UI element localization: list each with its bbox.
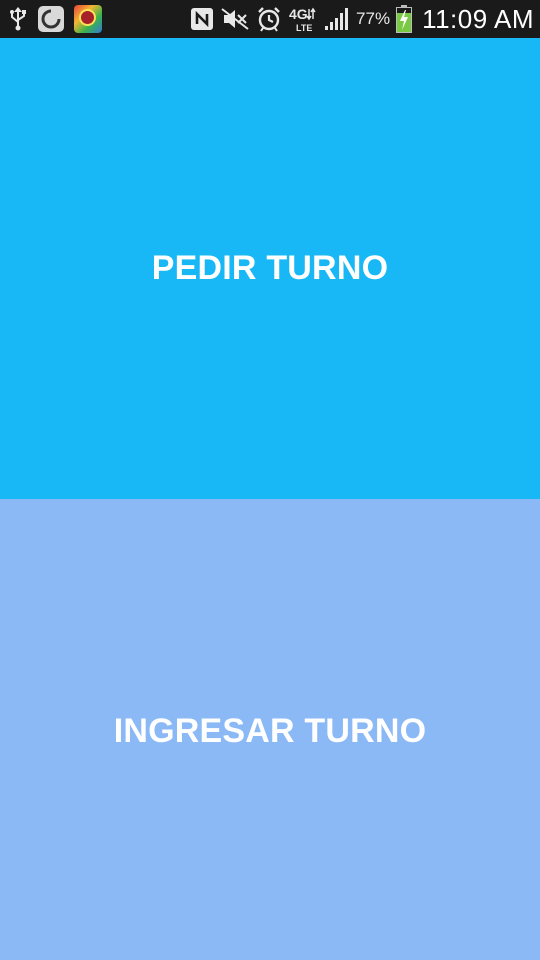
signal-icon [324, 7, 350, 31]
network-label: 4G [289, 6, 308, 22]
app-notification-icon [38, 6, 64, 32]
ingresar-turno-button[interactable]: INGRESAR TURNO [0, 499, 540, 960]
ingresar-turno-label: INGRESAR TURNO [113, 712, 427, 750]
clock: 11:09 AM [422, 3, 534, 34]
alarm-icon [256, 6, 282, 32]
status-bar-system: 4G LTE 77% 11:09 AM [190, 0, 534, 38]
pedir-turno-button[interactable]: PEDIR TURNO [0, 38, 540, 499]
status-bar-notifications [8, 0, 102, 38]
status-bar: 4G LTE 77% 11:09 AM [0, 0, 540, 38]
usb-icon [8, 6, 28, 32]
battery-charging-icon [396, 5, 413, 33]
mute-icon [220, 7, 250, 31]
game-notification-icon [74, 5, 102, 33]
pedir-turno-label: PEDIR TURNO [151, 249, 389, 287]
lte-icon: 4G LTE [288, 5, 318, 33]
nfc-icon [190, 7, 214, 31]
network-sublabel: LTE [296, 23, 312, 33]
battery-percentage: 77% [356, 9, 391, 28]
